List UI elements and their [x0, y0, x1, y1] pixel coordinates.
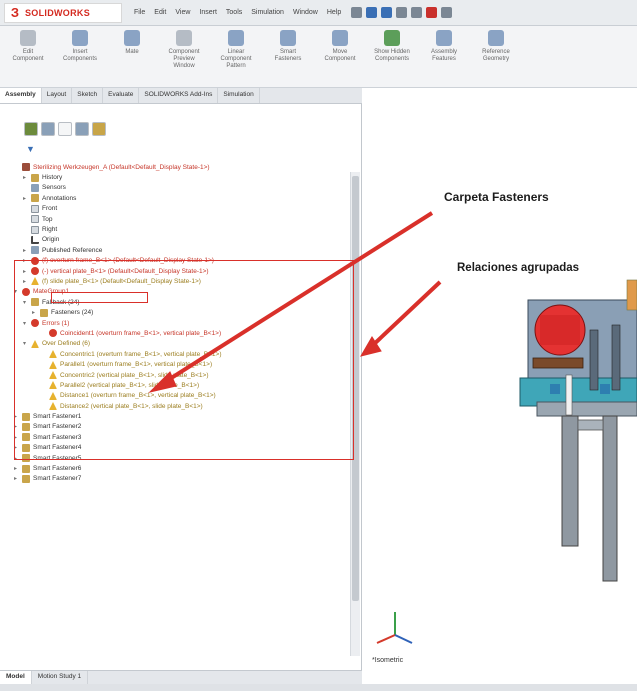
- coordinate-triad-icon: [376, 612, 413, 644]
- machine-model[interactable]: [519, 279, 637, 582]
- viewport-overlay: [148, 211, 637, 644]
- annotation-arrows: [148, 211, 442, 393]
- view-orientation-label: *Isometric: [372, 657, 404, 664]
- annotation-grouped-mates: Relaciones agrupadas: [457, 262, 580, 274]
- annotation-fasteners-folder: Carpeta Fasteners: [444, 190, 549, 204]
